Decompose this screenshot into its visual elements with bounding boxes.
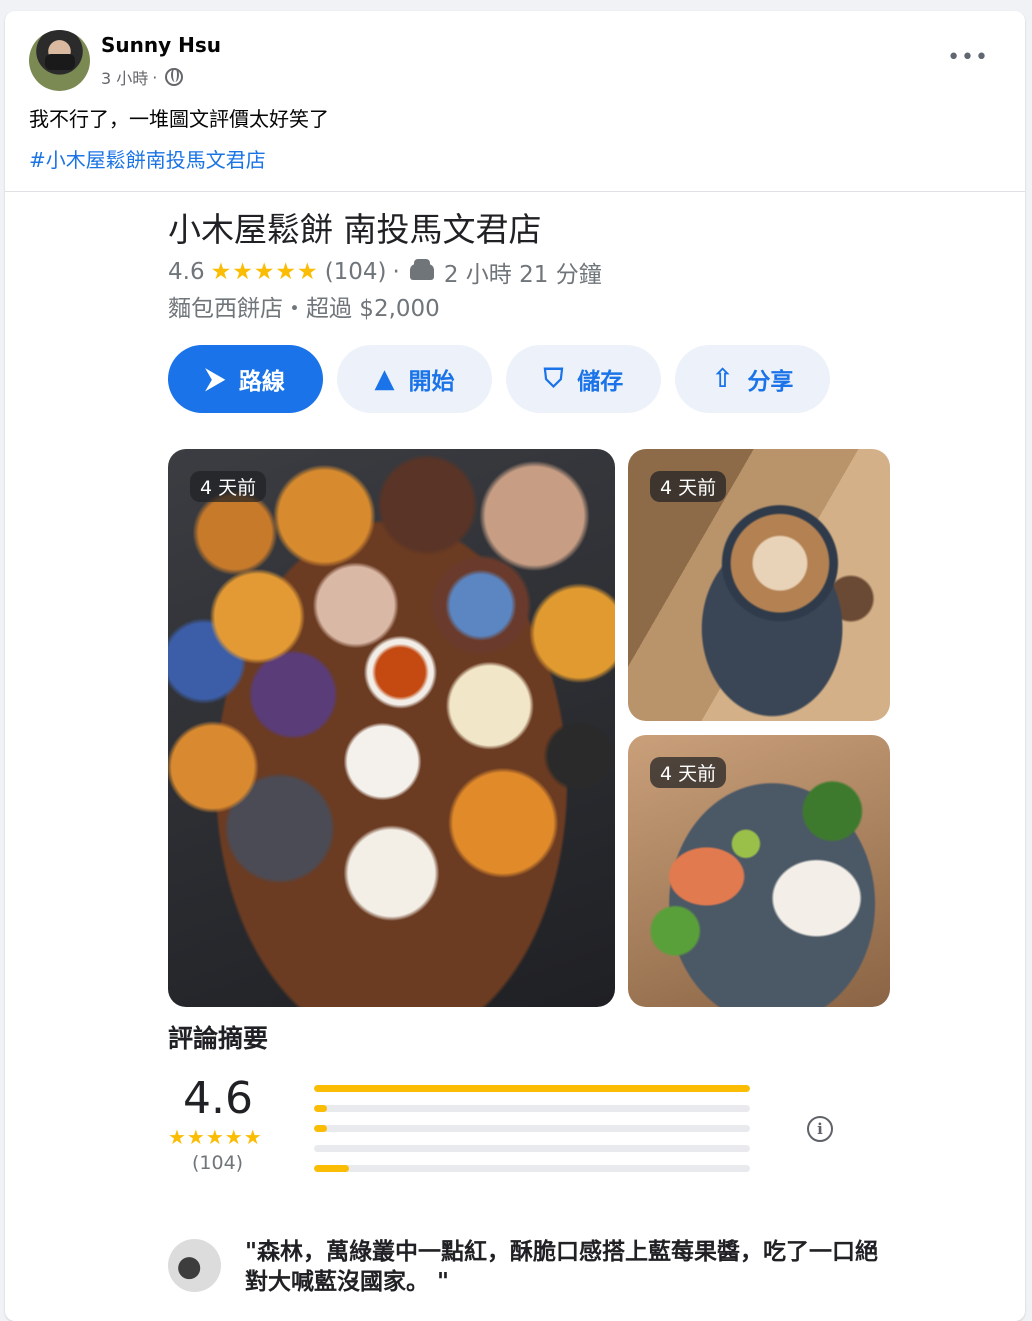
globe-icon	[165, 68, 184, 86]
summary-count: (104)	[192, 1152, 244, 1174]
star-rating-icon: ★★★★★	[210, 259, 319, 285]
review-snippet: "森林，萬綠叢中一點紅，酥脆口感搭上藍莓果醬，吃了一口絕對大喊藍沒國家。 "	[245, 1239, 878, 1295]
summary-stars-icon: ★★★★★	[168, 1125, 263, 1149]
share-button[interactable]: ⇧ 分享	[675, 345, 830, 413]
directions-icon: ⮞	[206, 364, 225, 394]
rating-bar-fill	[314, 1165, 349, 1172]
place-category-price: 麵包西餅店・超過 $2,000	[168, 296, 440, 322]
place-review-count: (104)	[324, 259, 387, 285]
more-options-icon[interactable]: •••	[947, 45, 989, 70]
rating-bar-fill	[314, 1085, 750, 1092]
save-button[interactable]: ⛉ 儲存	[506, 345, 661, 413]
photo-date-badge: 4 天前	[650, 471, 727, 502]
share-icon: ⇧	[711, 364, 734, 394]
post-time[interactable]: 3 小時	[101, 65, 148, 89]
photo-latte[interactable]: 4 天前	[628, 449, 890, 721]
rating-bar-1	[314, 1165, 750, 1172]
review-summary-title: 評論摘要	[168, 1024, 269, 1053]
rating-bar-fill	[314, 1125, 328, 1132]
place-title: 小木屋鬆餅 南投馬文君店	[168, 210, 542, 249]
author-avatar[interactable]	[29, 30, 90, 91]
post-meta: 3 小時 ·	[101, 65, 184, 89]
author-name[interactable]: Sunny Hsu	[101, 33, 221, 57]
bookmark-icon: ⛉	[543, 364, 564, 394]
hashtag-link[interactable]: #小木屋鬆餅南投馬文君店	[29, 144, 266, 173]
rating-bar-5	[314, 1085, 750, 1092]
photo-muffins[interactable]: 4 天前	[168, 449, 615, 1007]
directions-button[interactable]: ⮞ 路線	[168, 345, 323, 413]
place-rating: 4.6	[168, 259, 205, 285]
rating-bar-3	[314, 1125, 750, 1132]
photo-date-badge: 4 天前	[650, 757, 727, 788]
facebook-post-card: Sunny Hsu 3 小時 · ••• 我不行了，一堆圖文評價太好笑了 #小木…	[5, 11, 1025, 1321]
rating-bar-fill	[314, 1105, 328, 1112]
summary-rating: 4.6	[183, 1073, 253, 1124]
car-icon	[409, 259, 434, 280]
rating-distribution	[314, 1085, 750, 1185]
rating-bar-2	[314, 1145, 750, 1152]
place-rating-line: 4.6 ★★★★★ (104) · 2 小時 21 分鐘	[168, 255, 602, 289]
divider	[5, 191, 1025, 192]
drive-time: 2 小時 21 分鐘	[443, 262, 602, 288]
post-text: 我不行了，一堆圖文評價太好笑了	[29, 107, 329, 131]
start-button[interactable]: ▲ 開始	[337, 345, 492, 413]
photo-salmon-rice[interactable]: 4 天前	[628, 735, 890, 1007]
reviewer-avatar[interactable]	[168, 1239, 221, 1292]
navigation-arrow-icon: ▲	[374, 364, 395, 394]
photo-date-badge: 4 天前	[190, 471, 267, 502]
info-icon[interactable]: i	[807, 1116, 833, 1142]
rating-bar-4	[314, 1105, 750, 1112]
